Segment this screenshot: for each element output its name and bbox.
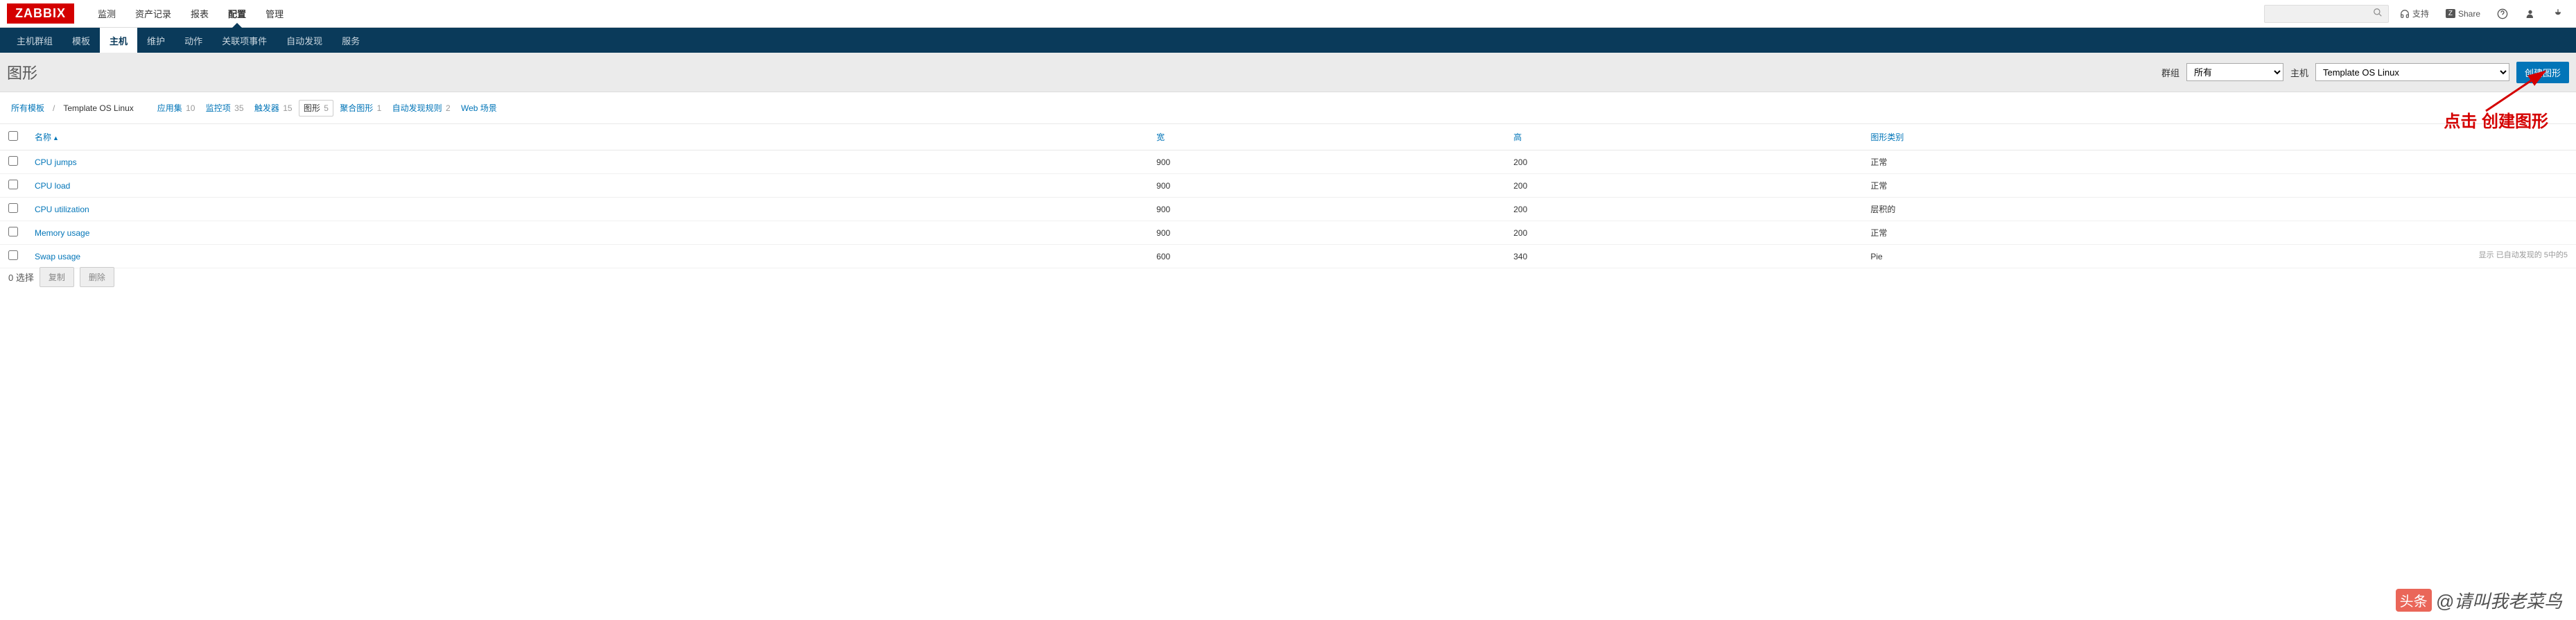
graphs-table: 名称▲ 宽 高 图形类别 CPU jumps900200正常CPU load90… (0, 124, 2576, 268)
row-type: 正常 (1862, 150, 2576, 174)
table-row: CPU jumps900200正常 (0, 150, 2576, 174)
group-filter-select[interactable]: 所有 (2186, 63, 2283, 81)
row-width: 900 (1148, 150, 1505, 174)
breadcrumb-tab[interactable]: 触发器 15 (250, 101, 297, 116)
top-nav-item[interactable]: 监测 (88, 0, 125, 27)
row-checkbox[interactable] (8, 250, 18, 260)
row-checkbox[interactable] (8, 203, 18, 213)
row-name[interactable]: CPU utilization (26, 198, 1148, 221)
title-filters: 群组 所有 主机 Template OS Linux 创建图形 (2161, 62, 2569, 83)
display-count-info: 显示 已自动发现的 5中的5 (0, 249, 2568, 260)
top-header: ZABBIX 监测资产记录报表配置管理 支持 Z Share (0, 0, 2576, 28)
sort-asc-icon: ▲ (53, 135, 59, 141)
row-checkbox[interactable] (8, 180, 18, 189)
support-link[interactable]: 支持 (2394, 5, 2435, 22)
sub-nav-item[interactable]: 维护 (137, 28, 175, 53)
breadcrumb-tab[interactable]: 应用集 10 (153, 101, 200, 116)
sub-nav-item[interactable]: 模板 (62, 28, 100, 53)
page-title: 图形 (7, 61, 37, 83)
row-checkbox-cell (0, 221, 26, 245)
search-icon (2373, 8, 2383, 19)
share-link[interactable]: Z Share (2440, 6, 2486, 21)
sub-nav-item[interactable]: 自动发现 (277, 28, 332, 53)
create-graph-button[interactable]: 创建图形 (2516, 62, 2569, 83)
share-badge-icon: Z (2446, 9, 2455, 18)
footer-actions: 0 选择 复制 删除 (0, 260, 2576, 294)
sub-nav-item[interactable]: 动作 (175, 28, 212, 53)
headset-icon (2400, 9, 2410, 19)
host-filter-select[interactable]: Template OS Linux (2315, 63, 2509, 81)
top-nav-item[interactable]: 配置 (218, 0, 256, 27)
row-height: 200 (1505, 150, 1862, 174)
row-name[interactable]: Memory usage (26, 221, 1148, 245)
watermark-text: @请叫我老菜鸟 (2436, 587, 2562, 613)
top-nav-item[interactable]: 管理 (256, 0, 293, 27)
row-checkbox-cell (0, 174, 26, 198)
row-checkbox[interactable] (8, 156, 18, 166)
sub-nav-item[interactable]: 关联项事件 (212, 28, 277, 53)
delete-button[interactable]: 删除 (80, 267, 114, 287)
top-nav-item[interactable]: 资产记录 (125, 0, 181, 27)
row-type: 层积的 (1862, 198, 2576, 221)
header-height[interactable]: 高 (1505, 124, 1862, 150)
user-icon (2525, 8, 2536, 19)
top-nav-item[interactable]: 报表 (181, 0, 218, 27)
row-name[interactable]: CPU load (26, 174, 1148, 198)
table-row: CPU load900200正常 (0, 174, 2576, 198)
row-name[interactable]: CPU jumps (26, 150, 1148, 174)
copy-button[interactable]: 复制 (40, 267, 74, 287)
watermark: 头条 @请叫我老菜鸟 (2396, 587, 2562, 613)
sub-nav: 主机群组模板主机维护动作关联项事件自动发现服务 (0, 28, 2576, 53)
header-width[interactable]: 宽 (1148, 124, 1505, 150)
row-checkbox[interactable] (8, 227, 18, 236)
breadcrumb-tabs: 所有模板 / Template OS Linux 应用集 10 监控项 35 触… (0, 92, 2576, 124)
support-label: 支持 (2412, 8, 2429, 19)
breadcrumb-tab[interactable]: 监控项 35 (202, 101, 248, 116)
row-height: 200 (1505, 174, 1862, 198)
row-checkbox-cell (0, 198, 26, 221)
header-checkbox-col (0, 124, 26, 150)
sub-nav-item[interactable]: 服务 (332, 28, 369, 53)
row-width: 900 (1148, 221, 1505, 245)
group-filter-label: 群组 (2161, 66, 2179, 79)
breadcrumb-current[interactable]: Template OS Linux (59, 101, 137, 116)
breadcrumb-all-templates[interactable]: 所有模板 (7, 99, 49, 117)
search-input[interactable] (2264, 5, 2389, 23)
row-height: 200 (1505, 198, 1862, 221)
logout-button[interactable] (2547, 6, 2569, 22)
selection-count: 0 选择 (8, 270, 34, 284)
title-bar: 图形 群组 所有 主机 Template OS Linux 创建图形 (0, 53, 2576, 92)
row-type: 正常 (1862, 221, 2576, 245)
host-filter-label: 主机 (2290, 66, 2308, 79)
breadcrumb-tab[interactable]: 图形 5 (299, 100, 333, 117)
row-width: 900 (1148, 198, 1505, 221)
top-nav: 监测资产记录报表配置管理 (88, 0, 293, 27)
header-type[interactable]: 图形类别 (1862, 124, 2576, 150)
select-all-checkbox[interactable] (8, 131, 18, 141)
user-button[interactable] (2519, 6, 2541, 22)
sub-nav-item[interactable]: 主机群组 (7, 28, 62, 53)
table-row: Memory usage900200正常 (0, 221, 2576, 245)
row-height: 200 (1505, 221, 1862, 245)
header-name[interactable]: 名称▲ (26, 124, 1148, 150)
watermark-badge: 头条 (2396, 589, 2432, 612)
breadcrumb-tab[interactable]: 聚合图形 1 (336, 101, 385, 116)
power-icon (2552, 8, 2564, 19)
breadcrumb-tab[interactable]: Web 场景 (457, 101, 501, 116)
logo[interactable]: ZABBIX (7, 3, 74, 24)
row-width: 900 (1148, 174, 1505, 198)
breadcrumb-tab[interactable]: 自动发现规则 2 (388, 101, 455, 116)
help-button[interactable] (2491, 6, 2514, 22)
row-checkbox-cell (0, 150, 26, 174)
row-type: 正常 (1862, 174, 2576, 198)
sub-nav-item[interactable]: 主机 (100, 28, 137, 53)
help-icon (2497, 8, 2508, 19)
table-row: CPU utilization900200层积的 (0, 198, 2576, 221)
share-label: Share (2458, 9, 2480, 19)
breadcrumb-separator: / (51, 103, 56, 113)
top-right-actions: 支持 Z Share (2264, 5, 2569, 23)
